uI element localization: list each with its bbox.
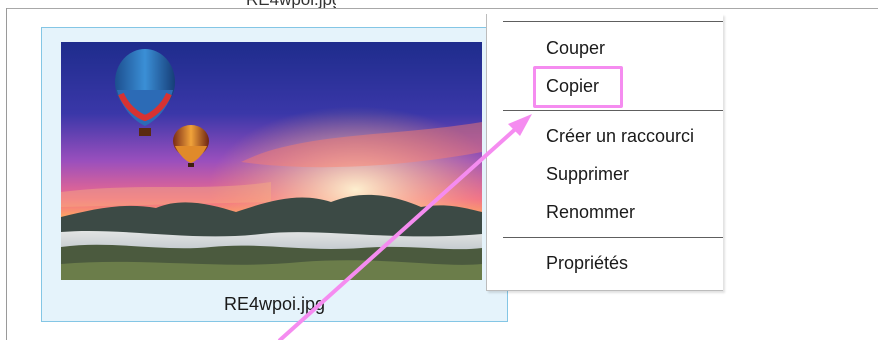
annotation-arrow xyxy=(278,114,532,340)
file-explorer-pane: RE4wpoi.jpg Couper Copier Créer un racco… xyxy=(0,0,878,340)
